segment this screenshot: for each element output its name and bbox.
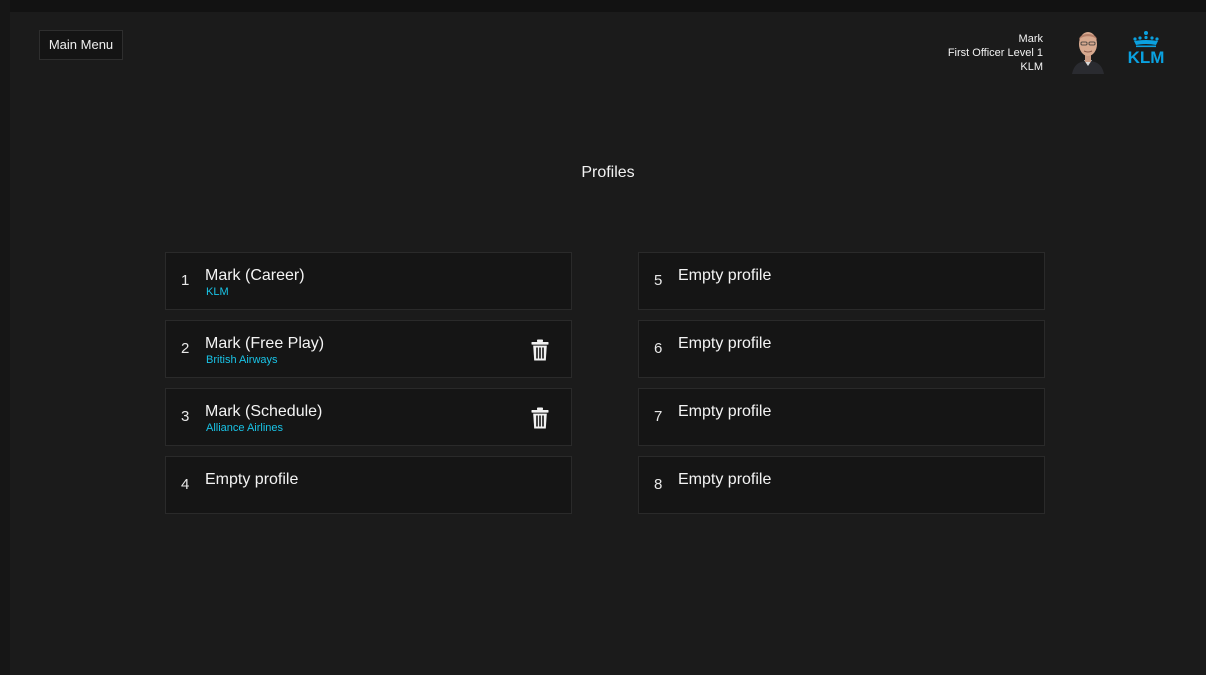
profile-name: Empty profile	[678, 471, 772, 488]
window-top-edge	[0, 0, 1206, 12]
profile-airline: British Airways	[206, 354, 278, 366]
profile-number: 8	[654, 476, 663, 493]
profile-slot-2[interactable]: 2 Mark (Free Play) British Airways	[165, 320, 572, 378]
profile-number: 2	[181, 340, 190, 357]
profile-number: 3	[181, 408, 190, 425]
profile-name: Mark (Career)	[205, 267, 305, 284]
trash-icon[interactable]	[531, 407, 549, 429]
profile-number: 4	[181, 476, 190, 493]
profile-name: Empty profile	[678, 403, 772, 420]
profile-number: 7	[654, 408, 663, 425]
profile-slot-4[interactable]: 4 Empty profile	[165, 456, 572, 514]
user-info: Mark First Officer Level 1 KLM	[948, 32, 1043, 74]
main-menu-button[interactable]: Main Menu	[39, 30, 123, 60]
pilot-avatar-icon	[1068, 26, 1108, 74]
profile-slot-1[interactable]: 1 Mark (Career) KLM	[165, 252, 572, 310]
profile-slot-8[interactable]: 8 Empty profile	[638, 456, 1045, 514]
profile-slot-3[interactable]: 3 Mark (Schedule) Alliance Airlines	[165, 388, 572, 446]
profile-name: Mark (Schedule)	[205, 403, 323, 420]
profile-name: Empty profile	[205, 471, 299, 488]
user-rank: First Officer Level 1	[947, 47, 1043, 59]
profile-number: 1	[181, 272, 190, 289]
profiles-screen: Main Menu Mark First Officer Level 1 KLM	[10, 12, 1206, 675]
klm-logo: KLM	[1118, 30, 1174, 67]
profile-number: 6	[654, 340, 663, 357]
profile-name: Empty profile	[678, 335, 772, 352]
profile-number: 5	[654, 272, 663, 289]
page-title: Profiles	[581, 164, 635, 181]
profile-slot-6[interactable]: 6 Empty profile	[638, 320, 1045, 378]
profile-slot-7[interactable]: 7 Empty profile	[638, 388, 1045, 446]
user-name: Mark	[1018, 33, 1043, 45]
profile-airline: Alliance Airlines	[206, 422, 284, 434]
profile-slot-5[interactable]: 5 Empty profile	[638, 252, 1045, 310]
trash-icon[interactable]	[531, 339, 549, 361]
user-airline: KLM	[1020, 61, 1043, 73]
profile-name: Empty profile	[678, 267, 772, 284]
window-left-edge	[0, 0, 10, 675]
logo-text: KLM	[1128, 48, 1165, 66]
avatar	[1068, 26, 1108, 74]
profile-airline: KLM	[206, 286, 229, 298]
profile-name: Mark (Free Play)	[205, 335, 325, 352]
klm-crown-logo-icon: KLM	[1128, 31, 1165, 67]
